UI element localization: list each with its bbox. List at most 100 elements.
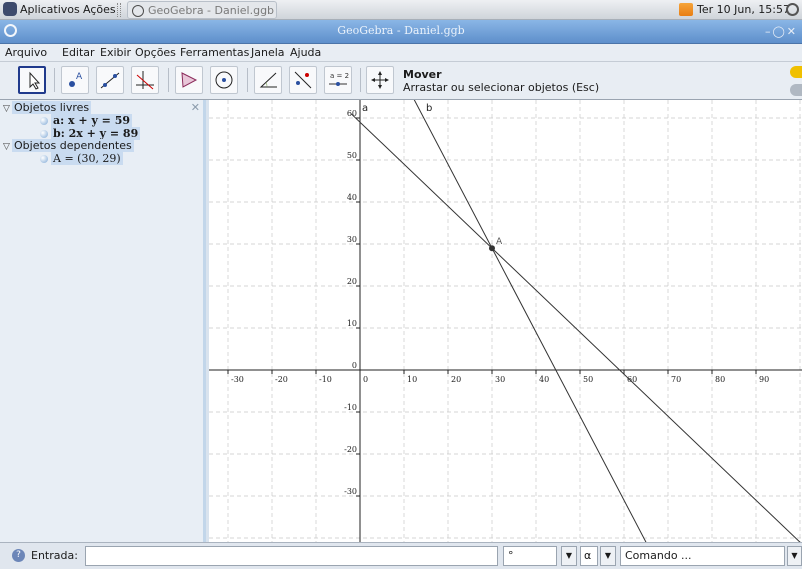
line-a-label: a	[362, 103, 368, 114]
slider-tool-text: a = 2	[330, 72, 349, 80]
menu-bar: Arquivo Editar Exibir Opções Ferramentas…	[0, 44, 802, 62]
x-tick-label: 30	[495, 375, 505, 384]
move-tool-button[interactable]	[18, 66, 46, 94]
menu-ferramentas[interactable]: Ferramentas	[180, 46, 249, 59]
x-tick-label: -20	[275, 375, 288, 384]
coordinate-plane[interactable]: -30 -20 -10 0 10 20 30 40 50 60 70 80 90 60 50 40 30 20 10…	[209, 100, 802, 542]
graphics-view[interactable]: -30 -20 -10 0 10 20 30 40 50 60 70 80 90 60 50 40 30 20 10…	[209, 100, 802, 542]
angle-icon	[259, 72, 277, 88]
symbol-degree-combo[interactable]: °	[503, 546, 557, 566]
visibility-dot-icon[interactable]	[40, 155, 48, 163]
dependent-objects-header[interactable]: ▽ Objetos dependentes	[3, 139, 134, 152]
tool-mode-title: Mover	[403, 68, 442, 81]
x-tick-label: 70	[671, 375, 681, 384]
reflect-tool-button[interactable]	[289, 66, 317, 94]
menu-arquivo[interactable]: Arquivo	[5, 46, 47, 59]
y-tick-label: -30	[344, 487, 357, 496]
perpendicular-icon	[136, 71, 154, 90]
y-tick-label: -20	[344, 445, 357, 454]
x-tick-label: 80	[715, 375, 725, 384]
chevron-down-icon[interactable]: ▼	[600, 546, 616, 566]
visibility-dot-icon[interactable]	[40, 130, 48, 138]
circle-icon	[215, 71, 233, 89]
expand-triangle-icon[interactable]: ▽	[3, 142, 12, 152]
chevron-down-icon[interactable]: ▼	[561, 546, 577, 566]
toolbar-separator	[168, 68, 169, 92]
x-tick-label: -30	[231, 375, 244, 384]
line-b-label: b	[426, 103, 432, 114]
system-top-bar: Aplicativos Ações GeoGebra - Daniel.ggb …	[0, 0, 802, 20]
close-icon[interactable]: ✕	[191, 101, 200, 114]
x-tick-label: 10	[407, 375, 417, 384]
undo-icon[interactable]	[790, 66, 802, 78]
window-controls[interactable]: –◯✕	[765, 25, 798, 38]
expand-triangle-icon[interactable]: ▽	[3, 104, 12, 114]
y-tick-label: 10	[347, 319, 357, 328]
free-objects-header[interactable]: ▽ Objetos livres	[3, 101, 92, 114]
tool-mode-description: Arrastar ou selecionar objetos (Esc)	[403, 81, 600, 94]
y-tick-label: 0	[352, 361, 357, 370]
y-tick-label: 50	[347, 151, 357, 160]
x-tick-label: -10	[319, 375, 332, 384]
panel-separator	[117, 3, 121, 17]
toolbar-separator	[247, 68, 248, 92]
slider-tool-button[interactable]: a = 2	[324, 66, 352, 94]
point-A-label: A	[496, 237, 503, 247]
angle-tool-button[interactable]	[254, 66, 282, 94]
y-tick-label: 30	[347, 235, 357, 244]
circle-tool-button[interactable]	[210, 66, 238, 94]
point-A[interactable]	[489, 245, 495, 252]
point-icon: A	[69, 72, 83, 87]
clock[interactable]: Ter 10 Jun, 15:57	[697, 3, 790, 16]
menu-ajuda[interactable]: Ajuda	[290, 46, 321, 59]
redo-icon[interactable]	[790, 84, 802, 96]
svg-text:A: A	[76, 72, 83, 82]
move-graphics-tool-button[interactable]	[366, 66, 394, 94]
menu-opcoes[interactable]: Opções	[135, 46, 176, 59]
algebra-item-a[interactable]: a: x + y = 59	[40, 114, 133, 127]
visibility-dot-icon[interactable]	[40, 117, 48, 125]
input-bar: ? Entrada: ° ▼ α ▼ Comando ... ▼	[0, 542, 802, 569]
window-title: GeoGebra - Daniel.ggb	[337, 24, 465, 37]
window-title-bar: GeoGebra - Daniel.ggb –◯✕	[0, 20, 802, 44]
chevron-down-icon[interactable]: ▼	[787, 546, 802, 566]
input-field[interactable]	[85, 546, 498, 566]
taskbar-window-button[interactable]: GeoGebra - Daniel.ggb	[127, 1, 277, 19]
actions-menu[interactable]: Ações	[83, 3, 116, 16]
algebra-item-A[interactable]: A = (30, 29)	[40, 152, 123, 165]
taskbar-window-title: GeoGebra - Daniel.ggb	[148, 4, 275, 17]
toolbar-separator	[54, 68, 55, 92]
toolbar: A a = 2	[0, 62, 802, 100]
x-tick-label: 50	[583, 375, 593, 384]
reflect-icon	[294, 71, 312, 89]
menu-janela[interactable]: Janela	[251, 46, 285, 59]
line-tool-button[interactable]	[96, 66, 124, 94]
gnome-foot-icon[interactable]	[3, 2, 17, 16]
x-tick-label: 20	[451, 375, 461, 384]
move-icon	[29, 71, 41, 90]
menu-exibir[interactable]: Exibir	[100, 46, 131, 59]
symbol-alpha-combo[interactable]: α	[580, 546, 598, 566]
x-tick-label: 90	[759, 375, 769, 384]
move-graphics-icon	[371, 71, 389, 89]
point-tool-button[interactable]: A	[61, 66, 89, 94]
applications-menu[interactable]: Aplicativos	[20, 3, 80, 16]
help-icon[interactable]: ?	[12, 549, 25, 562]
geogebra-icon	[132, 5, 144, 17]
x-tick-label: 40	[539, 375, 549, 384]
x-tick-label: 0	[363, 375, 368, 384]
polygon-tool-button[interactable]	[175, 66, 203, 94]
slider-icon: a = 2	[329, 72, 349, 86]
input-label: Entrada:	[31, 549, 78, 562]
menu-editar[interactable]: Editar	[62, 46, 95, 59]
algebra-view: ✕ ▽ Objetos livres a: x + y = 59 b: 2x + …	[0, 100, 206, 542]
polygon-icon	[181, 72, 198, 88]
y-tick-label: 60	[347, 109, 357, 118]
perpendicular-tool-button[interactable]	[131, 66, 159, 94]
command-combo[interactable]: Comando ...	[620, 546, 785, 566]
y-tick-label: 20	[347, 277, 357, 286]
toolbar-separator	[360, 68, 361, 92]
system-gear-icon[interactable]	[786, 3, 799, 16]
x-tick-label: 60	[627, 375, 637, 384]
line-icon	[100, 72, 120, 89]
